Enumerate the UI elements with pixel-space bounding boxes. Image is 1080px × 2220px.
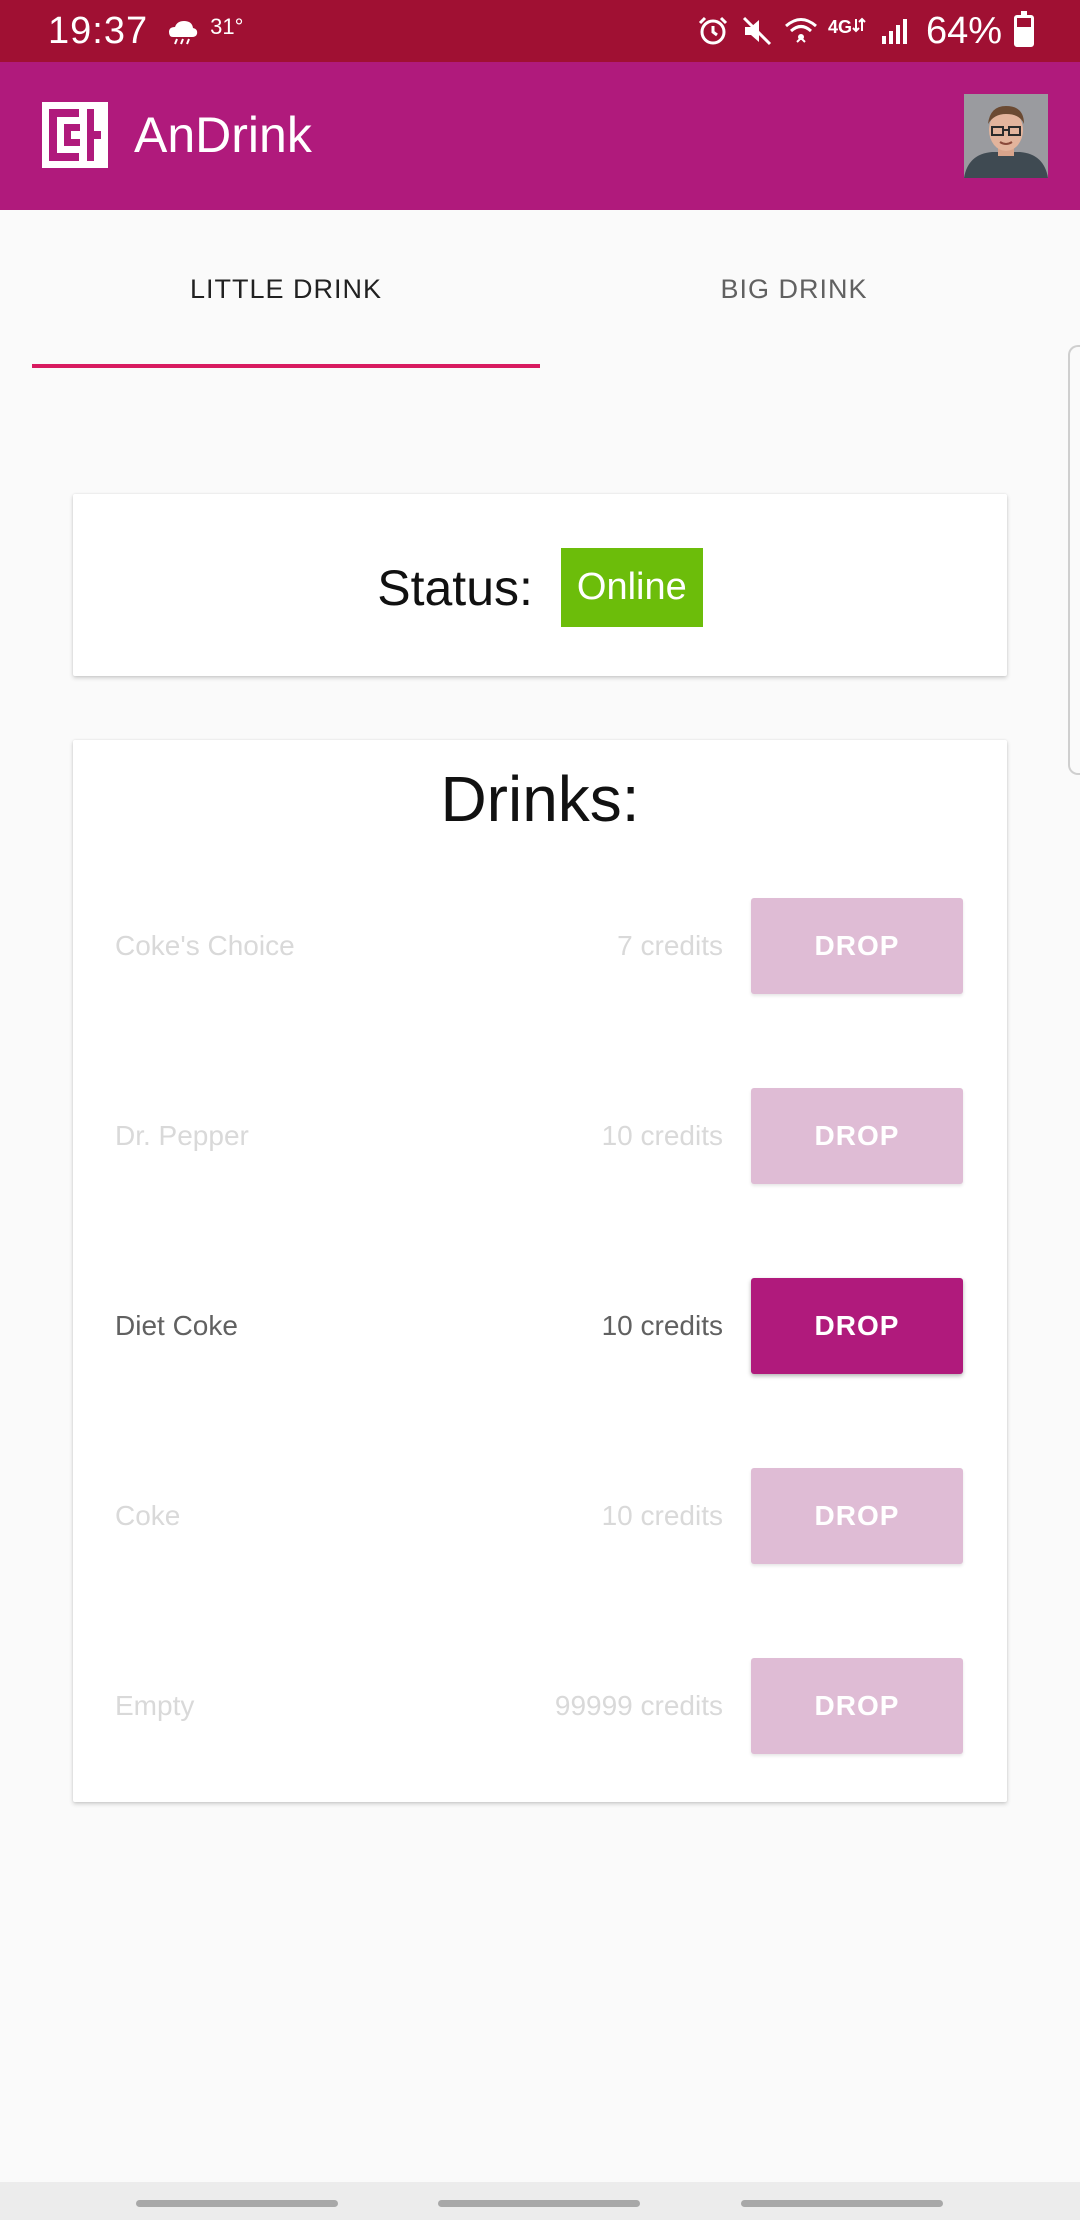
drink-name: Dr. Pepper (115, 1120, 249, 1151)
drink-name: Empty (115, 1690, 195, 1721)
avatar[interactable] (964, 94, 1048, 178)
app-bar: AnDrink (0, 62, 1080, 210)
drink-row: Empty 99999 credits DROP (115, 1658, 963, 1754)
drinks-title: Drinks: (440, 763, 640, 835)
battery-level: 64% (925, 9, 1002, 52)
alarm-icon (696, 14, 730, 48)
tab-big-drink[interactable]: BIG DRINK (540, 210, 1048, 368)
edge-panel-handle[interactable] (1068, 345, 1080, 775)
drop-button: DROP (751, 898, 963, 994)
drop-button: DROP (751, 1088, 963, 1184)
tab-little-drink[interactable]: LITTLE DRINK (32, 210, 540, 368)
csh-logo-icon (42, 102, 108, 168)
weather-icon (166, 14, 200, 48)
drop-button: DROP (751, 1658, 963, 1754)
tab-bar: LITTLE DRINK BIG DRINK (32, 210, 1048, 368)
drink-row: Coke 10 credits DROP (115, 1468, 963, 1564)
drink-name: Diet Coke (115, 1310, 238, 1341)
drinks-card: Drinks: Coke's Choice 7 credits DROP Dr.… (73, 740, 1007, 1802)
wifi-icon (784, 14, 818, 48)
drink-price: 10 credits (601, 1500, 723, 1531)
lte-icon: 4G (828, 14, 868, 48)
drink-price: 10 credits (601, 1120, 723, 1151)
app-title: AnDrink (134, 107, 312, 163)
clock: 19:37 (48, 9, 149, 52)
drink-row: Diet Coke 10 credits DROP (115, 1278, 963, 1374)
drop-button[interactable]: DROP (751, 1278, 963, 1374)
temperature: 31° (210, 14, 244, 39)
drink-price: 99999 credits (554, 1690, 723, 1721)
drink-price: 10 credits (601, 1310, 723, 1341)
drink-name: Coke (115, 1500, 181, 1531)
drink-row: Dr. Pepper 10 credits DROP (115, 1088, 963, 1184)
status-label: Status: (377, 559, 533, 616)
nav-home-gesture[interactable] (438, 2200, 640, 2207)
system-nav-bar (0, 2182, 1080, 2220)
status-card: Status: Online (73, 494, 1007, 676)
battery-icon (1014, 11, 1034, 47)
drink-name: Coke's Choice (115, 930, 295, 961)
tab-label: BIG DRINK (720, 273, 868, 304)
status-badge: Online (560, 548, 703, 627)
tab-label: LITTLE DRINK (189, 273, 383, 304)
signal-icon (878, 14, 912, 48)
nav-back-gesture[interactable] (741, 2200, 943, 2207)
drink-row: Coke's Choice 7 credits DROP (115, 898, 963, 994)
mute-icon (740, 14, 774, 48)
nav-recents-gesture[interactable] (136, 2200, 338, 2207)
status-bar: 19:37 31° 4G 64% (0, 0, 1080, 62)
drop-button: DROP (751, 1468, 963, 1564)
svg-text:4G: 4G (828, 17, 852, 37)
drink-price: 7 credits (617, 930, 723, 961)
profile-photo-icon (964, 94, 1048, 178)
